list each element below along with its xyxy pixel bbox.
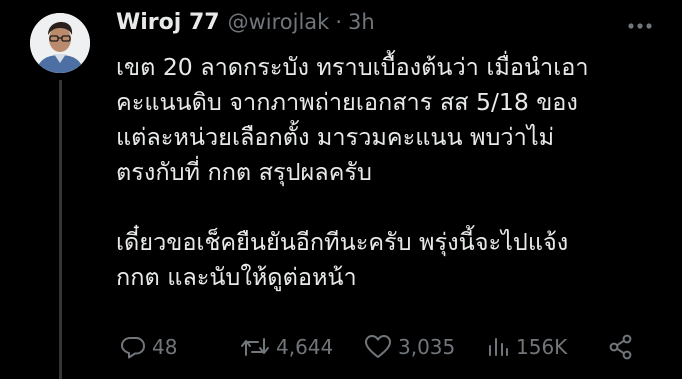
tweet-text-line: คะแนนดิบ จากภาพถ่ายเอกสาร สส 5/18 ของ (116, 88, 578, 116)
views-count: 156K (516, 335, 568, 359)
more-dots-icon (628, 23, 652, 29)
reply-icon (121, 337, 145, 359)
tweet-text: เขต 20 ลาดกระบัง ทราบเบื้องต้นว่า เมื่อน… (116, 50, 668, 295)
tweet-text-line: ตรงกับที่ กกต สรุปผลครับ (116, 158, 372, 186)
avatar[interactable] (30, 13, 90, 73)
tweet-text-line: กกต และนับให้ดูต่อหน้า (116, 263, 357, 291)
tweet: Wiroj 77 @wirojlak · 3h เขต 20 ลาดกระบัง… (0, 0, 682, 379)
retweet-count: 4,644 (276, 335, 334, 359)
heart-icon (365, 335, 391, 358)
share-icon (609, 334, 632, 360)
separator-dot: · (335, 10, 343, 34)
reply-button[interactable]: 48 (120, 330, 177, 364)
thread-line (59, 80, 62, 379)
timestamp[interactable]: 3h (348, 10, 375, 34)
tweet-text-line: แต่ละหน่วยเลือกตั้ง มารวมคะแนน พบว่าไม่ (116, 123, 555, 151)
retweet-button[interactable]: 4,644 (240, 330, 333, 364)
like-count: 3,035 (398, 335, 456, 359)
display-name[interactable]: Wiroj 77 (116, 10, 220, 35)
tweet-text-line: เดี๋ยวขอเช็คยืนยันอีกทีนะครับ พรุ่งนี้จะ… (116, 228, 569, 256)
like-button[interactable]: 3,035 (364, 330, 455, 364)
views-button[interactable]: 156K (486, 330, 567, 364)
retweet-icon (241, 338, 269, 356)
views-bar-chart-icon (489, 338, 508, 356)
tweet-header: Wiroj 77 @wirojlak · 3h (116, 10, 375, 42)
action-bar: 48 4,644 3,035 156K (116, 330, 656, 364)
more-button[interactable] (620, 12, 660, 40)
user-handle[interactable]: @wirojlak (228, 10, 330, 34)
share-button[interactable] (608, 330, 634, 364)
tweet-text-line: เขต 20 ลาดกระบัง ทราบเบื้องต้นว่า เมื่อน… (116, 53, 589, 81)
avatar-photo (30, 13, 90, 73)
reply-count: 48 (152, 335, 178, 359)
